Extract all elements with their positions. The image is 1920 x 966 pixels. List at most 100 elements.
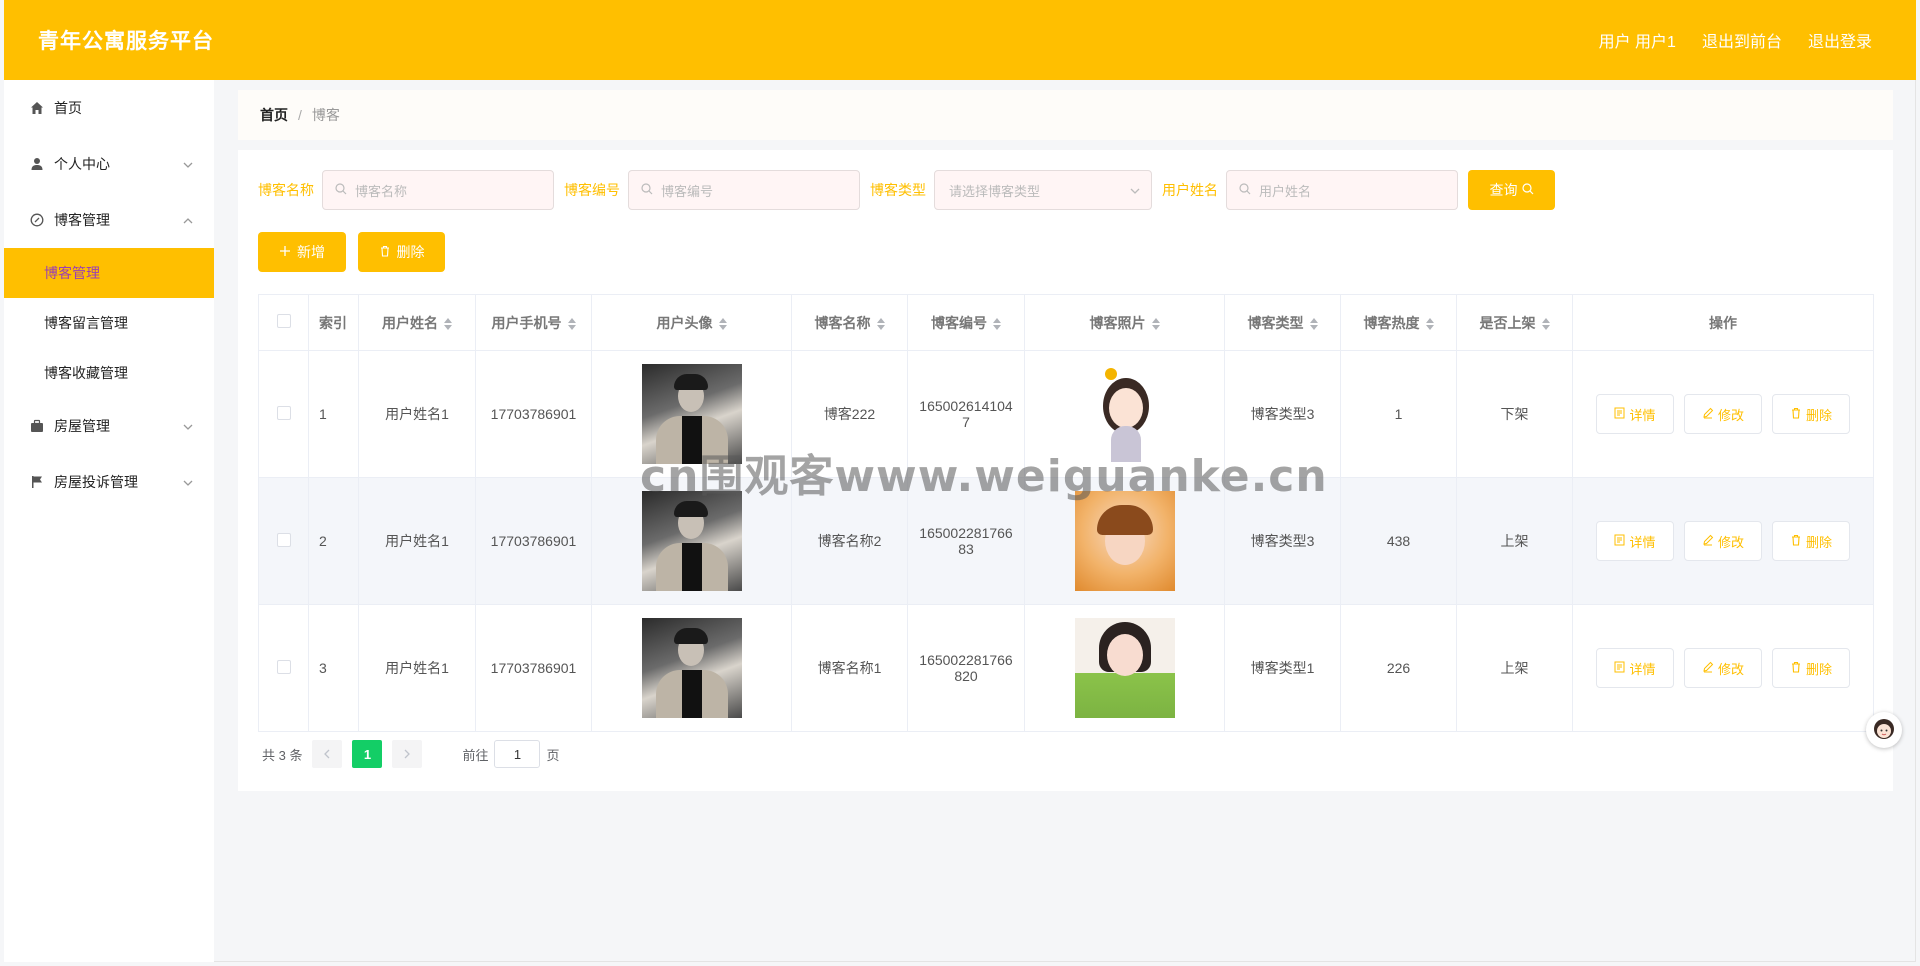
user-name-input[interactable]: 用户姓名: [1226, 170, 1458, 210]
cell-phone: 17703786901: [475, 604, 592, 732]
edit-icon: [1702, 534, 1714, 549]
sort-icon[interactable]: [876, 317, 885, 330]
delete-button[interactable]: 删除: [1772, 521, 1850, 561]
sidebar-subitem-blog-comments[interactable]: 博客留言管理: [4, 298, 214, 348]
column-header-blog-photo[interactable]: 博客照片: [1024, 294, 1225, 351]
sort-icon[interactable]: [718, 317, 727, 330]
detail-button-label: 详情: [1629, 407, 1656, 423]
column-header-blog-type[interactable]: 博客类型: [1224, 294, 1341, 351]
row-select-cell[interactable]: [258, 350, 309, 478]
blog-name-input[interactable]: 博客名称: [322, 170, 554, 210]
goto-page-input[interactable]: 1: [494, 740, 541, 768]
sidebar-item-profile[interactable]: 个人中心: [4, 136, 214, 192]
content-panel: 博客名称 博客名称 博客编号 博客编号 博客类型 请选择博客类型 用户姓名 用户…: [238, 150, 1893, 791]
logout-link[interactable]: 退出登录: [1808, 28, 1872, 52]
blog-code-input[interactable]: 博客编号: [628, 170, 860, 210]
column-header-label: 用户姓名: [382, 314, 438, 331]
sidebar-subitem-blog-favorites[interactable]: 博客收藏管理: [4, 348, 214, 398]
select-all-checkbox[interactable]: [276, 314, 291, 328]
sidebar-item-label: 个人中心: [54, 156, 110, 172]
select-all-cell[interactable]: [258, 294, 309, 351]
detail-button[interactable]: 详情: [1596, 394, 1674, 434]
cell-user-name: 用户姓名1: [358, 604, 476, 732]
next-page-button[interactable]: [392, 740, 423, 768]
column-header-blog-name[interactable]: 博客名称: [791, 294, 908, 351]
blog-name-placeholder: 博客名称: [355, 183, 408, 199]
user-avatar: [641, 618, 742, 718]
sidebar-item-label: 房屋管理: [54, 418, 110, 434]
breadcrumb: 首页 / 博客: [238, 90, 1893, 140]
sort-icon[interactable]: [1425, 317, 1434, 330]
detail-button[interactable]: 详情: [1596, 648, 1674, 688]
edit-button[interactable]: 修改: [1684, 394, 1762, 434]
cell-blog-photo: [1024, 350, 1225, 478]
column-header-blog-heat[interactable]: 博客热度: [1340, 294, 1457, 351]
app-title: 青年公寓服务平台: [38, 30, 214, 53]
breadcrumb-home[interactable]: 首页: [260, 105, 288, 125]
blog-photo: [1074, 364, 1175, 464]
blog-type-label: 博客类型: [870, 182, 926, 198]
detail-button-label: 详情: [1629, 534, 1656, 550]
user-name-label: 用户姓名: [1162, 182, 1218, 198]
query-button[interactable]: 查询: [1468, 170, 1555, 210]
document-icon: [1614, 661, 1625, 676]
sidebar-subitem-blog-manage[interactable]: 博客管理: [4, 248, 214, 298]
compass-icon: [28, 211, 46, 229]
query-button-label: 查询: [1489, 182, 1518, 198]
search-icon: [335, 182, 347, 198]
cell-index: 1: [308, 350, 359, 478]
cell-blog-code: 16500228176683: [907, 477, 1025, 605]
column-header-avatar[interactable]: 用户头像: [591, 294, 792, 351]
column-header-on-shelf[interactable]: 是否上架: [1456, 294, 1573, 351]
table-row[interactable]: 1 用户姓名1 17703786901 博客222 1650026141047: [258, 350, 1874, 478]
row-select-cell[interactable]: [258, 477, 309, 605]
column-header-phone[interactable]: 用户手机号: [475, 294, 592, 351]
sidebar-item-house[interactable]: 房屋管理: [4, 398, 214, 454]
delete-button[interactable]: 删除: [1772, 648, 1850, 688]
sidebar-item-blog[interactable]: 博客管理: [4, 192, 214, 248]
edit-icon: [1702, 661, 1714, 676]
column-header-label: 博客热度: [1363, 314, 1420, 331]
sort-icon[interactable]: [444, 317, 452, 330]
edit-button[interactable]: 修改: [1684, 521, 1762, 561]
current-user-label[interactable]: 用户 用户1: [1599, 28, 1676, 52]
sidebar-item-home[interactable]: 首页: [4, 80, 214, 136]
table-row[interactable]: 3 用户姓名1 17703786901 博客名称1 16500228176682…: [258, 604, 1874, 732]
sort-icon[interactable]: [1541, 317, 1550, 330]
table-row[interactable]: 2 用户姓名1 17703786901 博客名称2 16500228176683…: [258, 477, 1874, 605]
page-number-current[interactable]: 1: [352, 740, 383, 768]
row-checkbox[interactable]: [276, 405, 291, 420]
sort-icon[interactable]: [1309, 317, 1318, 330]
sidebar-item-complaint[interactable]: 房屋投诉管理: [4, 454, 214, 510]
detail-button[interactable]: 详情: [1596, 521, 1674, 561]
user-name-placeholder: 用户姓名: [1259, 183, 1312, 199]
page-suffix-label: 页: [546, 747, 560, 763]
exit-to-front-link[interactable]: 退出到前台: [1702, 28, 1782, 52]
cell-blog-name: 博客名称2: [791, 477, 908, 605]
column-header-blog-code[interactable]: 博客编号: [907, 294, 1025, 351]
blog-type-select[interactable]: 请选择博客类型: [934, 170, 1152, 210]
cell-blog-type: 博客类型3: [1224, 350, 1341, 478]
document-icon: [1614, 407, 1625, 422]
row-select-cell[interactable]: [258, 604, 309, 732]
cell-operations: 详情 修改 删除: [1572, 350, 1874, 478]
edit-button[interactable]: 修改: [1684, 648, 1762, 688]
delete-button[interactable]: 删除: [1772, 394, 1850, 434]
cell-blog-name: 博客222: [791, 350, 908, 478]
batch-delete-button[interactable]: 删除: [358, 232, 445, 272]
row-checkbox[interactable]: [276, 532, 291, 547]
column-header-user-name[interactable]: 用户姓名: [358, 294, 476, 351]
cell-avatar: [591, 350, 792, 478]
assistant-face-icon: [1874, 719, 1894, 739]
prev-page-button[interactable]: [312, 740, 343, 768]
add-button[interactable]: 新增: [258, 232, 346, 272]
breadcrumb-current: 博客: [311, 107, 340, 123]
batch-delete-button-label: 删除: [396, 244, 425, 260]
row-checkbox[interactable]: [276, 659, 291, 674]
column-header-label: 博客编号: [931, 314, 987, 331]
trash-icon: [1790, 661, 1802, 676]
sort-icon[interactable]: [567, 317, 576, 330]
sort-icon[interactable]: [1151, 317, 1160, 330]
sort-icon[interactable]: [993, 317, 1001, 330]
floating-assistant-avatar[interactable]: [1866, 712, 1902, 748]
